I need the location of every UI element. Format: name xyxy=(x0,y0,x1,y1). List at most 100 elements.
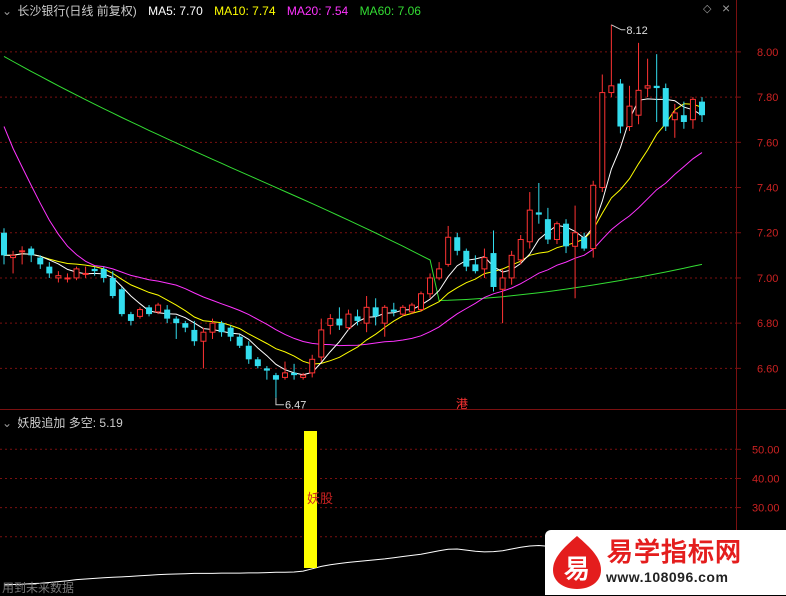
candle xyxy=(73,266,80,281)
main-panel-header: ⌄ 长沙银行(日线 前复权) MA5: 7.70 MA10: 7.74 MA20… xyxy=(2,2,421,19)
low-annotation-leader xyxy=(275,397,284,406)
watermark-url: www.108096.com xyxy=(606,569,729,585)
candle-body xyxy=(309,358,316,374)
ma60-label: MA60: 7.06 xyxy=(359,4,421,18)
candle-body xyxy=(517,239,524,261)
candle xyxy=(689,97,696,129)
candle-body xyxy=(644,85,651,89)
candle-body xyxy=(91,268,98,272)
candle-body xyxy=(590,184,597,250)
candle xyxy=(55,271,62,283)
candle-body xyxy=(164,309,171,319)
candle xyxy=(136,307,143,319)
candle xyxy=(390,302,397,317)
candle-body xyxy=(127,314,134,321)
candle-body xyxy=(544,219,551,240)
candle xyxy=(19,246,26,265)
candle-body xyxy=(291,372,298,376)
candle-body xyxy=(336,318,343,326)
candle-body xyxy=(318,329,325,358)
price-tick-label: 7.20 xyxy=(757,228,778,240)
candle-body xyxy=(46,266,53,274)
candle xyxy=(146,305,153,317)
candle xyxy=(445,225,452,267)
watermark-logo: 易 xyxy=(553,536,601,589)
candle xyxy=(272,372,279,398)
diamond-icon[interactable]: ◇ xyxy=(703,2,711,15)
candle xyxy=(499,268,506,324)
candle xyxy=(46,262,53,278)
candle-body xyxy=(572,232,579,247)
candle-body xyxy=(345,313,352,329)
candle-body xyxy=(427,277,434,295)
close-icon[interactable]: × xyxy=(722,0,730,16)
candle xyxy=(100,266,107,283)
stock-title: 长沙银行(日线 前复权) xyxy=(17,4,137,18)
axis-labels: 8.00 7.80 7.60 7.40 7.20 7.00 6.80 6.60 50.00 40.… xyxy=(736,0,780,595)
candle xyxy=(227,325,234,342)
price-tick-label: 6.60 xyxy=(757,363,778,375)
candle-body xyxy=(263,368,270,371)
candle-body xyxy=(399,306,406,315)
candle-body xyxy=(146,307,153,315)
candle xyxy=(563,219,570,254)
candle-body xyxy=(662,88,669,127)
candle-body xyxy=(200,331,207,342)
candle-body xyxy=(445,236,452,265)
candle-body xyxy=(209,322,216,333)
signal-label: 妖股 xyxy=(307,492,333,507)
candle-body xyxy=(327,318,334,326)
candle-body xyxy=(1,232,7,256)
indicator-tick-label: 40.00 xyxy=(752,473,780,485)
watermark-title: 易学指标网 xyxy=(607,537,743,567)
candle xyxy=(608,24,615,98)
candle xyxy=(590,180,597,258)
candle-body xyxy=(10,254,17,259)
candle-body xyxy=(300,374,307,378)
candle xyxy=(82,266,89,278)
ma-lines xyxy=(3,55,703,376)
candle-body xyxy=(454,237,461,251)
candle xyxy=(436,262,443,281)
candle xyxy=(263,366,270,380)
price-tick-label: 7.80 xyxy=(757,92,778,104)
collapse-icon[interactable]: ⌄ xyxy=(2,4,12,18)
candle-body xyxy=(599,92,606,189)
indicator-tick-label: 50.00 xyxy=(752,444,780,456)
candle xyxy=(64,273,71,283)
candle xyxy=(508,250,515,285)
candle-body xyxy=(381,306,388,324)
candle xyxy=(200,327,207,369)
candle-body xyxy=(671,112,678,121)
stock-chart[interactable]: 8.00 7.80 7.60 7.40 7.20 7.00 6.80 6.60 50.00 40.… xyxy=(0,0,786,595)
candle xyxy=(245,341,252,364)
candle xyxy=(463,248,470,272)
candle xyxy=(662,83,669,132)
collapse-icon[interactable]: ⌄ xyxy=(2,416,12,430)
candle-body xyxy=(408,304,415,313)
candle-body xyxy=(581,237,588,249)
candle-body xyxy=(526,209,533,243)
candle-body xyxy=(109,277,116,297)
candle-body xyxy=(535,212,542,215)
candle xyxy=(218,320,225,337)
candle-body xyxy=(218,323,225,333)
candle xyxy=(164,305,171,324)
high-annotation: 8.12 xyxy=(626,25,647,37)
candle-body xyxy=(254,359,261,367)
candle-body xyxy=(236,336,243,346)
candle-body xyxy=(173,318,180,324)
ma5-label: MA5: 7.70 xyxy=(148,4,203,18)
candle-body xyxy=(472,264,479,272)
candle-body xyxy=(499,277,506,290)
price-tick-label: 8.00 xyxy=(757,47,778,59)
ma20-label: MA20: 7.54 xyxy=(286,4,349,18)
candle-body xyxy=(372,307,379,317)
indicator-title: 妖股追加 多空: 5.19 xyxy=(17,416,123,430)
candle xyxy=(526,192,533,249)
candle-body xyxy=(19,250,26,253)
candle xyxy=(1,228,7,265)
candle xyxy=(699,97,705,122)
candle xyxy=(254,357,261,369)
candle-body xyxy=(245,345,252,360)
